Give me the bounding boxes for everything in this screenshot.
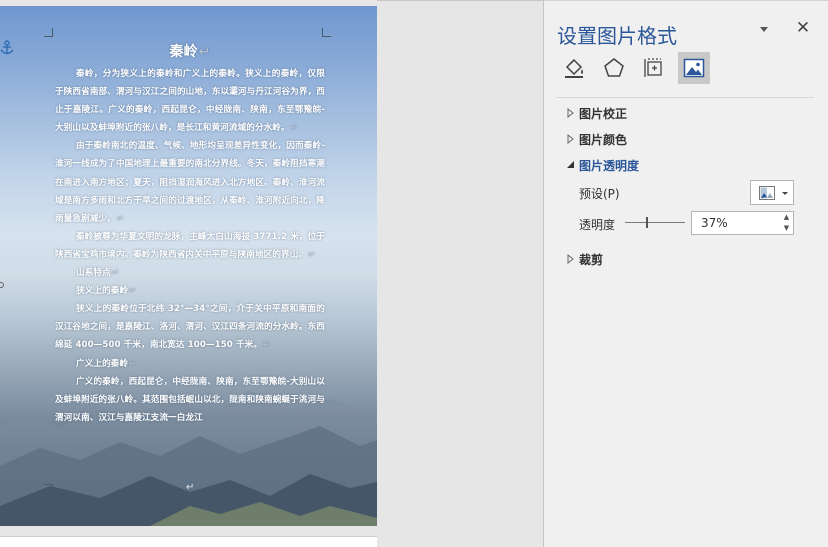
transparency-spinner: ▲ ▼ — [780, 212, 793, 234]
tab-effects[interactable] — [598, 52, 630, 84]
heading-narrow-qinling: 狭义上的秦岭↵ — [76, 286, 137, 297]
crop-mark-top-left — [44, 28, 53, 37]
section-picture-correction[interactable]: 图片校正 — [564, 104, 627, 122]
section-label: 图片颜色 — [579, 132, 628, 147]
crop-mark-bottom-left — [44, 484, 53, 493]
paragraph-1: 秦岭，分为狭义上的秦岭和广义上的秦岭。狭义上的秦岭，仅限于陕西省南部、渭河与汉江… — [55, 69, 325, 134]
transparency-preset-dropdown[interactable] — [750, 180, 794, 205]
pane-options-dropdown-icon[interactable] — [756, 21, 772, 37]
preset-label: 预设(P) — [579, 187, 620, 201]
section-label: 裁剪 — [579, 252, 604, 267]
tab-layout-properties[interactable] — [638, 52, 670, 84]
preset-picture-icon — [759, 185, 775, 200]
chevron-right-icon — [567, 107, 574, 119]
resize-handle[interactable] — [0, 281, 4, 289]
pane-tabs — [554, 52, 814, 86]
ruler-line — [377, 0, 543, 1]
document-page[interactable]: 秦岭↵ 秦岭，分为狭义上的秦岭和广义上的秦岭。狭义上的秦岭，仅限于陕西省南部、渭… — [0, 6, 377, 526]
crop-mark-top-right — [322, 28, 331, 37]
anchor-icon[interactable] — [0, 40, 14, 56]
format-picture-pane: 设置图片格式 ✕ 图片校正 图片颜色 图片透明度 预设(P) 透明度 37% ▲… — [544, 0, 828, 547]
picture-icon — [683, 58, 705, 78]
heading-broad-qinling: 广义上的秦岭↵ — [76, 358, 137, 369]
transparency-value-input[interactable]: 37% — [691, 211, 794, 235]
document-text[interactable]: 秦岭↵ 秦岭，分为狭义上的秦岭和广义上的秦岭。狭义上的秦岭，仅限于陕西省南部、渭… — [55, 39, 325, 427]
section-picture-color[interactable]: 图片颜色 — [564, 130, 627, 148]
chevron-right-icon — [567, 133, 574, 145]
section-label: 图片透明度 — [579, 158, 640, 173]
section-picture-transparency[interactable]: 图片透明度 — [564, 156, 639, 174]
crop-mark-bottom-right — [322, 484, 331, 493]
close-icon[interactable]: ✕ — [795, 19, 811, 37]
slider-track — [625, 222, 685, 223]
chevron-down-icon — [567, 161, 574, 168]
transparency-label: 透明度 — [579, 218, 616, 232]
tab-picture[interactable] — [678, 52, 710, 84]
section-crop[interactable]: 裁剪 — [564, 250, 603, 268]
pane-title: 设置图片格式 — [557, 24, 677, 48]
next-page-edge — [0, 536, 377, 547]
document-area: 秦岭↵ 秦岭，分为狭义上的秦岭和广义上的秦岭。狭义上的秦岭，仅限于陕西省南部、渭… — [0, 0, 543, 547]
slider-thumb[interactable] — [646, 217, 648, 228]
spin-down-icon[interactable]: ▼ — [780, 223, 793, 234]
paragraph-4: 狭义上的秦岭位于北纬 32°—34°之间，介于关中平原和南面的汉江谷地之间，是嘉… — [55, 304, 325, 351]
document-title: 秦岭↵ — [169, 44, 211, 60]
fill-bucket-icon — [565, 58, 583, 78]
paragraph-mark: ↵ — [186, 482, 195, 493]
spin-up-icon[interactable]: ▲ — [780, 212, 793, 223]
transparency-slider[interactable] — [625, 214, 685, 232]
paragraph-5: 广义的秦岭，西起昆仑，中经陇南、陕南，东至鄂豫皖-大别山以及蚌埠附近的张八岭。其… — [55, 376, 325, 423]
paragraph-3: 秦岭被尊为华夏文明的龙脉，主峰太白山海拔 3771.2 米，位于陕西省宝鸡市境内… — [55, 231, 325, 260]
layout-size-icon — [644, 58, 662, 77]
section-label: 图片校正 — [579, 106, 628, 121]
chevron-down-icon — [782, 191, 788, 195]
heading-features: 山系特点↵ — [76, 268, 120, 279]
tab-separator — [556, 97, 814, 98]
paragraph-2: 由于秦岭南北的温度、气候、地形均呈现差异性变化，因而秦岭-淮河一线成为了中国地理… — [55, 141, 325, 224]
tab-fill-line[interactable] — [558, 52, 590, 84]
pentagon-effects-icon — [604, 58, 624, 77]
chevron-right-icon — [567, 253, 574, 265]
